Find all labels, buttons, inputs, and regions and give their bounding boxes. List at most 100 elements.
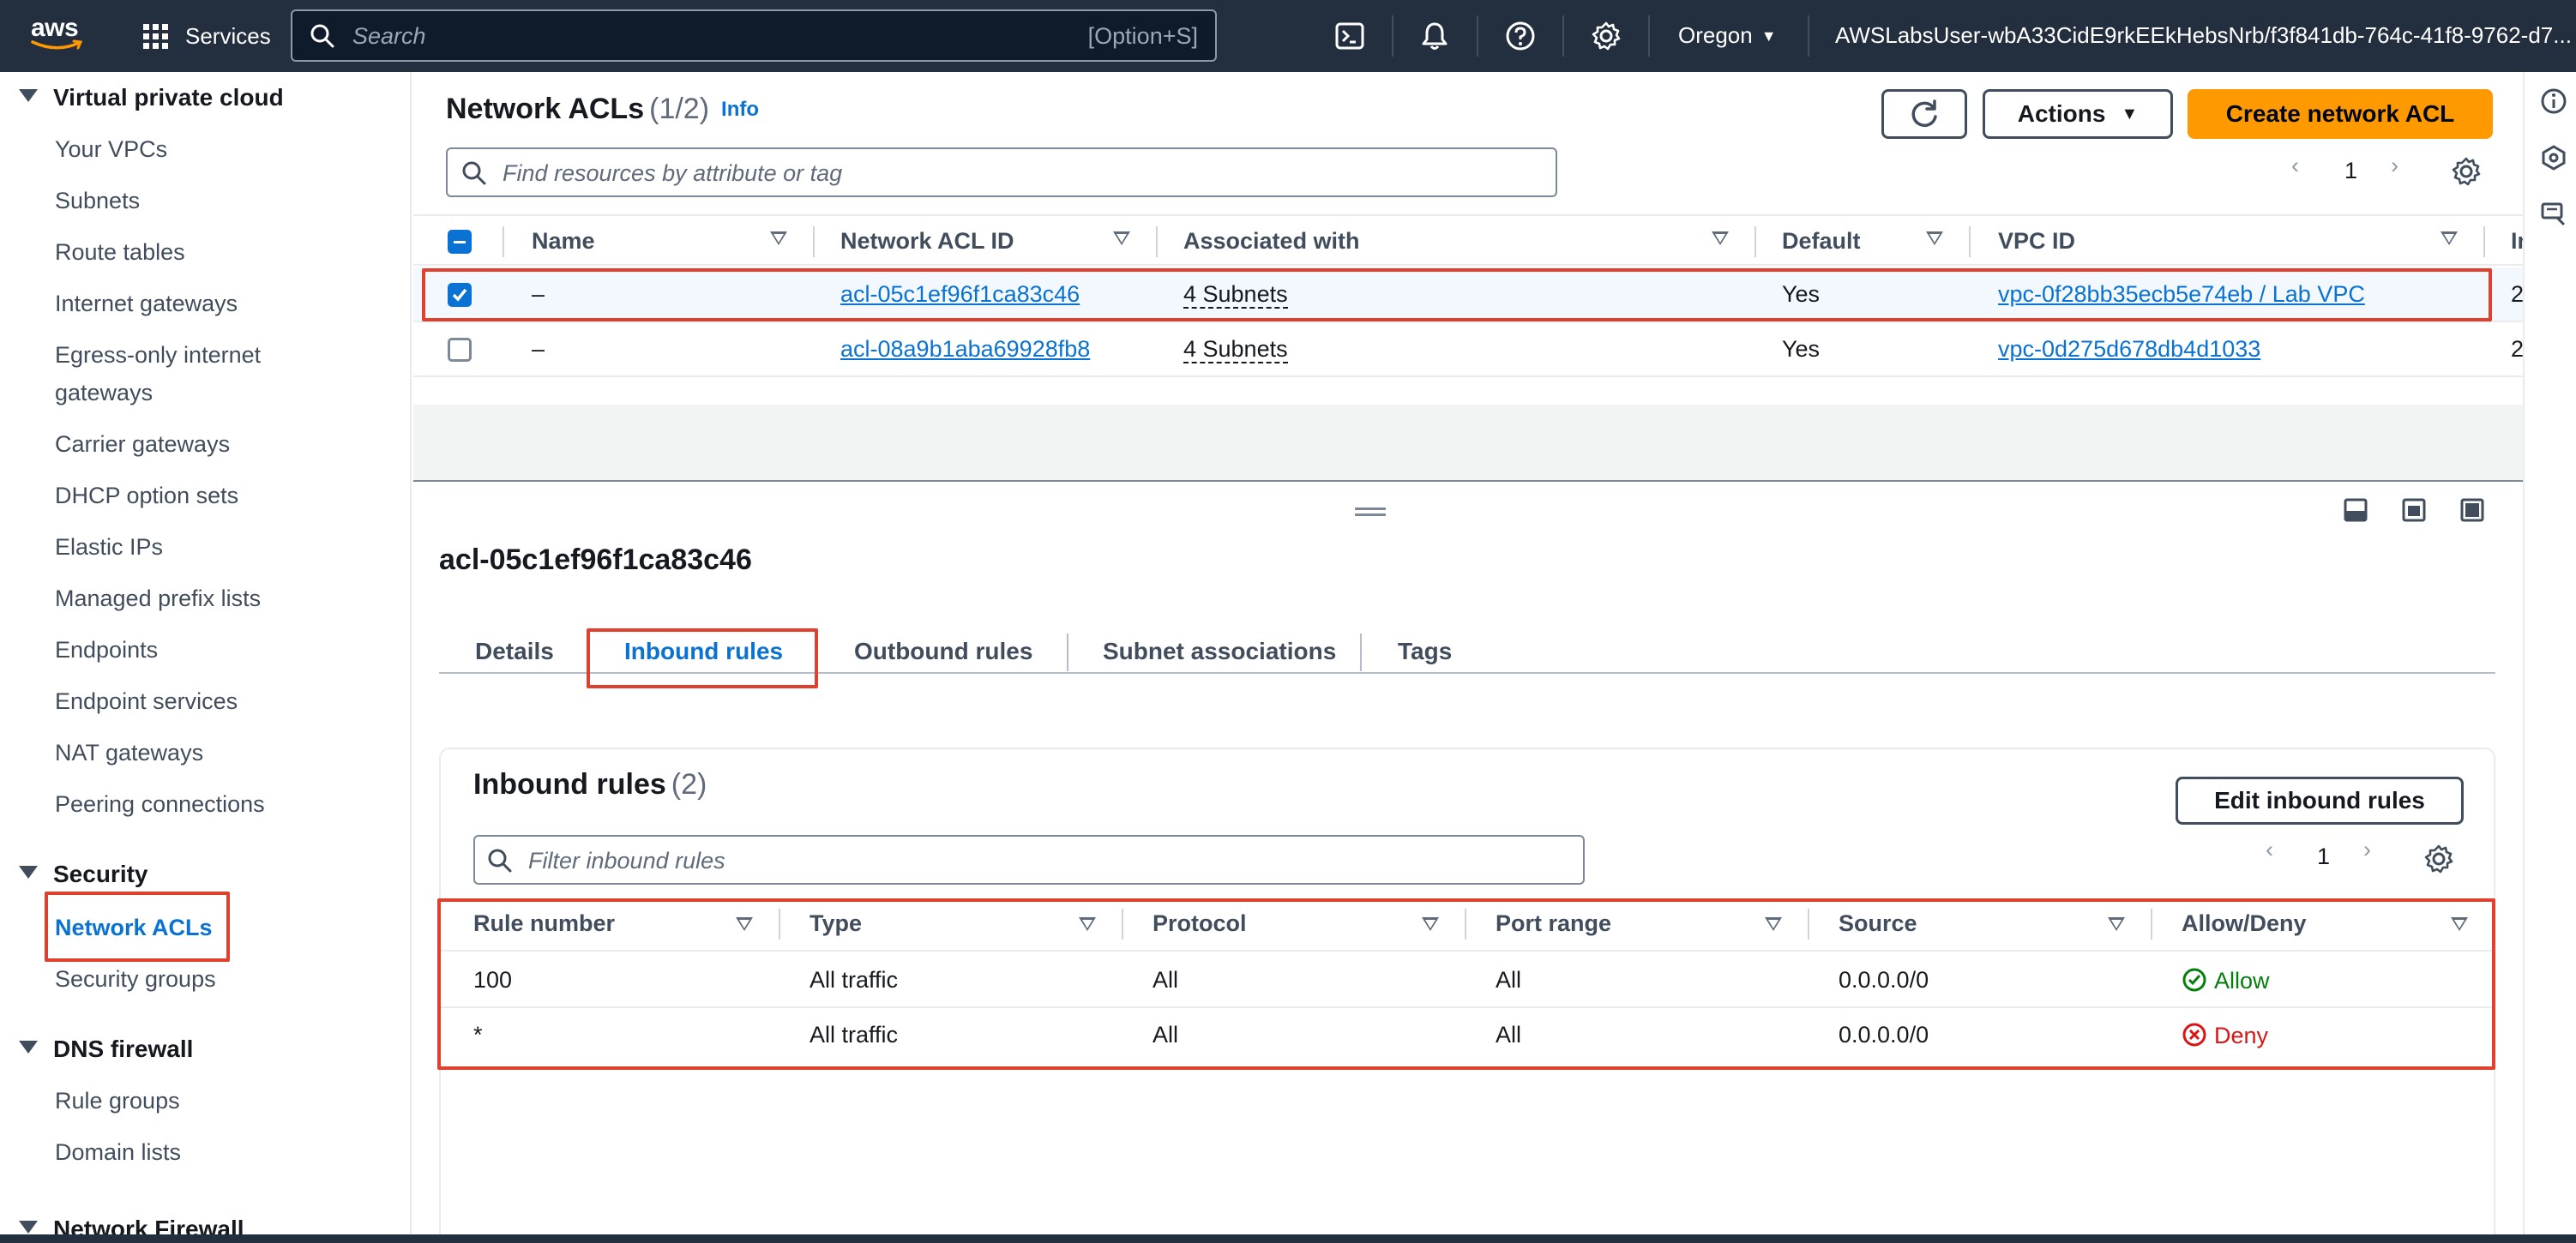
services-menu[interactable]: Services	[185, 22, 271, 50]
sidebar-item-endpoints[interactable]: Endpoints	[55, 631, 158, 669]
prev-page-icon[interactable]: ‹	[2291, 153, 2299, 187]
cell-extra: 2	[2511, 336, 2525, 362]
edit-inbound-rules-button[interactable]: Edit inbound rules	[2176, 777, 2464, 825]
collapse-triangle-icon	[19, 89, 38, 102]
rules-title-text: Inbound rules	[473, 768, 666, 801]
tab-subnet-associations[interactable]: Subnet associations	[1103, 638, 1336, 665]
detail-panel-title: acl-05c1ef96f1ca83c46	[439, 543, 752, 576]
sidebar-item-dhcp-option-sets[interactable]: DHCP option sets	[55, 477, 238, 514]
sidebar-section-dns-firewall[interactable]: DNS firewall	[19, 1036, 193, 1063]
next-page-icon[interactable]: ›	[2363, 837, 2371, 871]
sort-icon[interactable]	[1926, 231, 1943, 245]
preferences-gear-icon[interactable]	[2451, 156, 2482, 187]
annotation-highlight-box	[45, 892, 230, 962]
sidebar-item-peering-connections[interactable]: Peering connections	[55, 785, 265, 823]
next-page-icon[interactable]: ›	[2391, 153, 2398, 187]
collapse-triangle-icon	[19, 866, 38, 879]
nav-divider	[1562, 15, 1564, 57]
column-header-acl-id[interactable]: Network ACL ID	[840, 228, 1014, 255]
split-full-icon[interactable]	[2459, 497, 2485, 523]
sidebar-section-security[interactable]: Security	[19, 861, 148, 888]
sidebar-item-endpoint-services[interactable]: Endpoint services	[55, 682, 238, 720]
right-tools-rail	[2523, 72, 2576, 1243]
split-bottom-icon[interactable]	[2343, 497, 2368, 523]
sidebar-item-domain-lists[interactable]: Domain lists	[55, 1133, 181, 1171]
services-grid-icon[interactable]	[142, 23, 170, 51]
refresh-icon	[1911, 99, 1937, 128]
rules-filter-input[interactable]: Filter inbound rules	[473, 835, 1585, 885]
sidebar-item-your-vpcs[interactable]: Your VPCs	[55, 130, 167, 168]
preferences-gear-icon[interactable]	[2423, 844, 2454, 874]
tab-divider	[1067, 634, 1068, 671]
gear-icon[interactable]	[1591, 21, 1622, 51]
acl-table-header: Name Network ACL ID Associated with Defa…	[413, 214, 2531, 266]
column-header-default[interactable]: Default	[1782, 228, 1861, 255]
resource-filter-input[interactable]: Find resources by attribute or tag	[446, 147, 1557, 197]
sort-icon[interactable]	[1113, 231, 1130, 245]
sidebar-item-elastic-ips[interactable]: Elastic IPs	[55, 528, 163, 566]
prev-page-icon[interactable]: ‹	[2266, 837, 2273, 871]
actions-button[interactable]: Actions ▼	[1983, 89, 2173, 139]
sort-icon[interactable]	[2441, 231, 2458, 245]
page-number[interactable]: 1	[2317, 844, 2330, 878]
cell-name: –	[532, 336, 545, 362]
caret-down-icon: ▼	[2121, 105, 2139, 123]
region-selector[interactable]: Oregon ▼	[1678, 22, 1777, 49]
page-number[interactable]: 1	[2344, 158, 2357, 192]
sidebar-item-security-groups[interactable]: Security groups	[55, 960, 216, 998]
info-link[interactable]: Info	[721, 98, 759, 121]
section-title: Virtual private cloud	[53, 84, 284, 111]
main-content: Network ACLs (1/2) Info Actions ▼ Create ne…	[413, 72, 2531, 1243]
refresh-button[interactable]	[1881, 89, 1967, 139]
sidebar-item-route-tables[interactable]: Route tables	[55, 233, 185, 271]
split-panel-drag-handle[interactable]	[1355, 507, 1386, 516]
bottom-bar	[0, 1234, 2576, 1243]
tab-outbound-rules[interactable]: Outbound rules	[854, 638, 1032, 665]
feedback-icon[interactable]	[2540, 201, 2567, 228]
section-title: DNS firewall	[53, 1036, 194, 1062]
security-hexagon-icon[interactable]	[2540, 144, 2567, 171]
info-icon[interactable]	[2540, 87, 2567, 115]
sidebar-item-nat-gateways[interactable]: NAT gateways	[55, 734, 203, 772]
cell-vpc-link[interactable]: vpc-0d275d678db4d1033	[1998, 336, 2260, 363]
account-menu[interactable]: AWSLabsUser-wbA33CidE9rkEEkHebsNrb/f3f84…	[1835, 22, 2576, 49]
sidebar-item-rule-groups[interactable]: Rule groups	[55, 1082, 180, 1120]
column-header-associated[interactable]: Associated with	[1183, 228, 1360, 255]
sidebar-item-egress-only[interactable]: Egress-only internet	[55, 336, 261, 374]
selection-count: (1/2)	[649, 93, 710, 125]
bell-icon[interactable]	[1419, 21, 1450, 51]
side-navigation: Virtual private cloud Your VPCs Subnets …	[0, 72, 412, 1243]
help-icon[interactable]	[1505, 21, 1536, 51]
table-row[interactable]: – acl-08a9b1aba69928fb8 4 Subnets Yes vp…	[413, 322, 2525, 377]
sidebar-section-vpc[interactable]: Virtual private cloud	[19, 84, 284, 111]
nav-divider	[1477, 15, 1478, 57]
row-checkbox[interactable]	[448, 338, 472, 362]
global-search-input[interactable]: Search [Option+S]	[291, 9, 1217, 62]
tab-details[interactable]: Details	[475, 638, 554, 665]
column-header-vpc-id[interactable]: VPC ID	[1998, 228, 2075, 255]
search-icon	[462, 161, 486, 185]
nav-divider	[1648, 15, 1650, 57]
search-placeholder: Search	[352, 23, 426, 49]
sidebar-item-managed-prefix-lists[interactable]: Managed prefix lists	[55, 579, 261, 617]
select-all-checkbox[interactable]	[448, 230, 472, 254]
aws-logo[interactable]: aws	[31, 15, 87, 57]
top-navigation: aws Services Search [Option+S] Oregon ▼ …	[0, 0, 2576, 72]
sidebar-item-carrier-gateways[interactable]: Carrier gateways	[55, 425, 230, 463]
sidebar-item-subnets[interactable]: Subnets	[55, 182, 140, 219]
cell-acl-id-link[interactable]: acl-08a9b1aba69928fb8	[840, 336, 1090, 363]
rules-count: (2)	[671, 768, 707, 801]
inbound-rules-title: Inbound rules (2)	[473, 768, 707, 802]
aws-logo-text: aws	[31, 14, 79, 42]
create-network-acl-button[interactable]: Create network ACL	[2188, 89, 2493, 139]
sidebar-item-egress-only-cont[interactable]: gateways	[55, 374, 153, 411]
column-header-name[interactable]: Name	[532, 228, 595, 255]
sort-icon[interactable]	[1712, 231, 1729, 245]
sidebar-item-internet-gateways[interactable]: Internet gateways	[55, 285, 238, 322]
cell-associated[interactable]: 4 Subnets	[1183, 336, 1288, 363]
split-side-icon[interactable]	[2401, 497, 2427, 523]
search-shortcut: [Option+S]	[1087, 23, 1198, 49]
sort-icon[interactable]	[770, 231, 787, 245]
cloudshell-icon[interactable]	[1334, 21, 1365, 51]
tab-tags[interactable]: Tags	[1398, 638, 1452, 665]
